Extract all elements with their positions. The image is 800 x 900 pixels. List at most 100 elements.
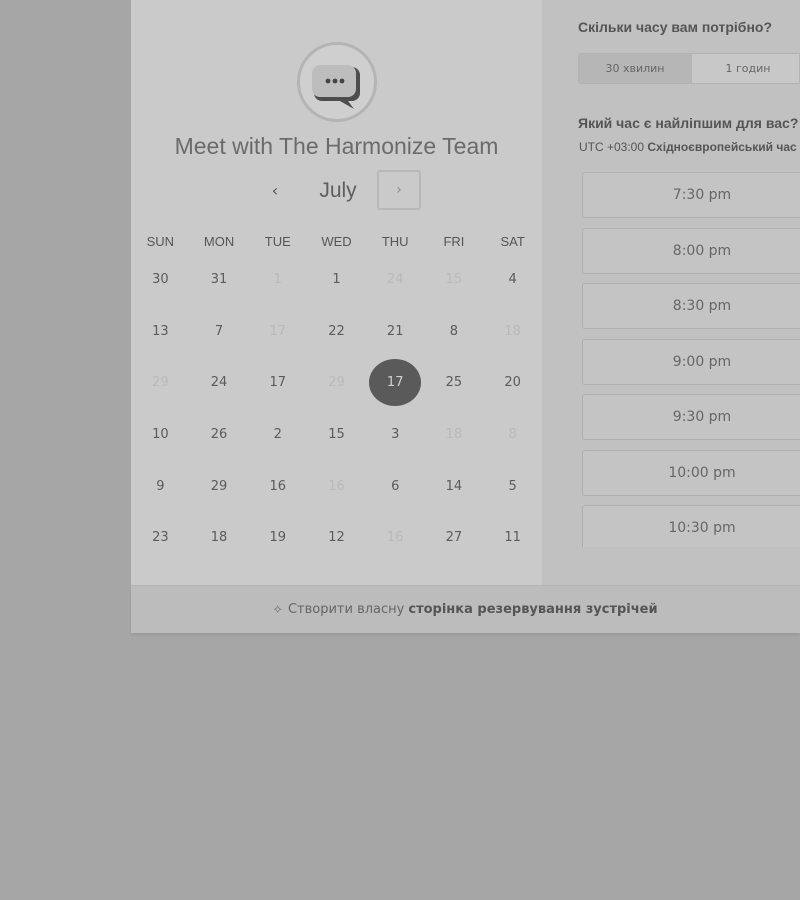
time-slot-button[interactable]: 8:30 pm [582,283,800,329]
calendar-day[interactable]: 17 [248,357,307,409]
calendar-day-selected[interactable]: 17 [366,357,425,409]
calendar-day: 8 [483,409,542,461]
calendar-day-label: 29 [210,478,228,494]
calendar-day-label: 10 [152,427,169,443]
time-slot-list[interactable]: 7:30 pm 8:00 pm 8:30 pm 9:00 pm 9:30 pm … [582,172,800,547]
calendar-day-label: 2 [273,427,282,443]
calendar-grid: 30 31 1 1 24 15 4 13 7 17 22 21 8 18 29 24 17 29 17 25 20 10 2… [131,254,542,564]
chat-bubble-avatar-icon [297,42,377,122]
calendar-day-label: 15 [328,427,345,443]
calendar-day[interactable]: 26 [190,409,249,461]
calendar-day[interactable]: 12 [307,512,366,564]
calendar-day-label: 8 [449,323,459,339]
weekday-fri: FRI [443,234,465,249]
calendar-day-label: 18 [445,427,463,443]
calendar-day-label: 16 [328,478,345,494]
calendar-day[interactable]: 11 [483,512,542,564]
calendar-day-label: 1 [273,272,282,288]
calendar-day[interactable]: 20 [483,357,542,409]
calendar-day[interactable]: 25 [425,357,484,409]
calendar-day-label: 9 [156,478,165,494]
calendar-day-label: 4 [508,272,517,288]
timezone-name: Східноєвропейський час [647,140,797,154]
calendar-day[interactable]: 9 [131,460,190,512]
duration-60-button[interactable]: 1 годин [692,54,799,83]
calendar-day-label: 6 [391,478,400,494]
calendar-day: 16 [307,460,366,512]
weekday-sun: SUN [146,234,175,249]
calendar-day[interactable]: 21 [366,306,425,358]
calendar-day[interactable]: 7 [190,306,249,358]
timezone-offset: UTC +03:00 [579,140,645,154]
calendar-day[interactable]: 10 [131,409,190,461]
calendar-day-label: 7 [214,323,224,339]
calendar-day[interactable]: 5 [483,460,542,512]
time-slot-button[interactable]: 10:30 pm [582,505,800,547]
time-slot-button[interactable]: 9:00 pm [582,339,800,385]
calendar-day[interactable]: 22 [307,306,366,358]
calendar-day-label: 25 [445,375,463,391]
calendar-day-label: 15 [445,272,463,288]
calendar-day: 24 [366,254,425,306]
calendar-day-label: 19 [269,530,287,546]
calendar-day[interactable]: 14 [425,460,484,512]
calendar-day[interactable]: 16 [248,460,307,512]
calendar-day[interactable]: 1 [307,254,366,306]
calendar-day[interactable]: 27 [425,512,484,564]
calendar-day: 18 [425,409,484,461]
calendar-day[interactable]: 31 [190,254,249,306]
sprocket-icon: ⟡ [273,602,282,617]
weekday-mon: MON [203,234,235,249]
time-slot-button[interactable]: 7:30 pm [582,172,800,218]
calendar-day: 29 [131,357,190,409]
calendar-day[interactable]: 2 [248,409,307,461]
calendar-day[interactable]: 15 [307,409,366,461]
calendar-day-label: 29 [328,375,345,391]
calendar-day[interactable]: 23 [131,512,190,564]
weekday-sat: SAT [500,234,525,249]
calendar-day-label: 24 [210,375,228,391]
calendar-day-label: 21 [386,323,404,339]
calendar-day-label: 27 [445,530,463,546]
calendar-day-label: 14 [445,478,463,494]
footer-link[interactable]: сторінка резервування зустрічей [408,602,657,617]
calendar-day-label: 31 [210,272,228,288]
calendar-day[interactable]: 6 [366,460,425,512]
calendar-day-label: 11 [504,530,521,546]
calendar-day[interactable]: 4 [483,254,542,306]
calendar-day-label: 17 [269,375,287,391]
calendar-day-label: 18 [504,323,521,339]
calendar-day[interactable]: 18 [190,512,249,564]
footer-prefix: Створити власну [287,602,405,617]
calendar-day-label: 1 [332,272,341,288]
calendar-day[interactable]: 19 [248,512,307,564]
page-title: Meet with The Harmonize Team [174,133,499,159]
duration-selector: 30 хвилин 1 годин [578,53,800,84]
duration-question: Скільки часу вам потрібно? [578,19,773,35]
prev-month-button[interactable]: ‹ [265,176,285,206]
calendar-day-label: 17 [369,359,422,407]
calendar-day-label: 22 [328,323,345,339]
next-month-button[interactable]: › [377,170,421,210]
month-navigation: ‹ July › [131,170,542,212]
weekday-wed: WED [321,234,352,249]
calendar-day-label: 3 [391,427,400,443]
calendar-day-label: 13 [152,323,169,339]
calendar-day: 16 [366,512,425,564]
timezone-label: UTC +03:00 Східноєвропейський час [579,140,800,154]
time-slot-button[interactable]: 8:00 pm [582,228,800,274]
calendar-day: 29 [307,357,366,409]
calendar-day[interactable]: 8 [425,306,484,358]
time-slot-button[interactable]: 10:00 pm [582,450,800,496]
calendar-day-label: 17 [269,323,287,339]
calendar-day[interactable]: 13 [131,306,190,358]
calendar-day: 17 [248,306,307,358]
calendar-day-label: 20 [504,375,521,391]
time-slot-button[interactable]: 9:30 pm [582,394,800,440]
duration-30-button[interactable]: 30 хвилин [579,54,692,83]
calendar-day[interactable]: 30 [131,254,190,306]
calendar-day-label: 5 [508,478,517,494]
calendar-day[interactable]: 29 [190,460,249,512]
calendar-day[interactable]: 3 [366,409,425,461]
calendar-day[interactable]: 24 [190,357,249,409]
